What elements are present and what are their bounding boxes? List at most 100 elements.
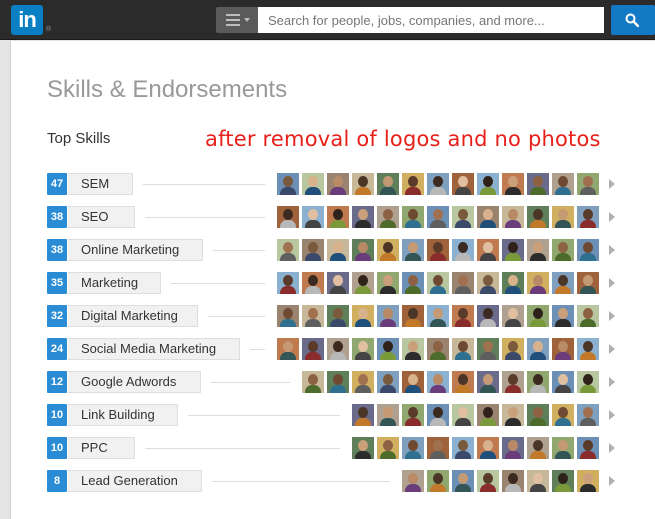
endorsement-count[interactable]: 38 [47, 206, 67, 228]
chevron-right-icon[interactable] [609, 278, 615, 288]
endorser-avatar[interactable] [552, 470, 574, 492]
skill-name[interactable]: Digital Marketing [68, 305, 198, 327]
endorser-avatar[interactable] [352, 206, 374, 228]
skill-row[interactable]: 24 Social Media Marketing [47, 338, 647, 360]
endorser-avatar[interactable] [302, 239, 324, 261]
endorser-avatar[interactable] [427, 239, 449, 261]
endorser-avatar[interactable] [527, 437, 549, 459]
endorser-avatar[interactable] [302, 206, 324, 228]
chevron-right-icon[interactable] [609, 443, 615, 453]
endorser-avatar[interactable] [502, 404, 524, 426]
endorser-avatar[interactable] [377, 272, 399, 294]
chevron-right-icon[interactable] [609, 311, 615, 321]
skill-row[interactable]: 47 SEM [47, 173, 647, 195]
endorser-avatar[interactable] [452, 470, 474, 492]
endorser-avatar[interactable] [277, 305, 299, 327]
endorser-avatar[interactable] [477, 206, 499, 228]
endorsement-count[interactable]: 24 [47, 338, 67, 360]
skill-name[interactable]: Social Media Marketing [68, 338, 240, 360]
endorser-avatar[interactable] [577, 272, 599, 294]
skill-name[interactable]: Lead Generation [68, 470, 202, 492]
chevron-right-icon[interactable] [609, 344, 615, 354]
endorser-avatar[interactable] [527, 206, 549, 228]
endorser-avatar[interactable] [402, 437, 424, 459]
endorser-avatar[interactable] [477, 338, 499, 360]
endorser-avatar[interactable] [427, 305, 449, 327]
endorser-avatar[interactable] [352, 338, 374, 360]
endorser-avatar[interactable] [577, 239, 599, 261]
endorser-avatar[interactable] [552, 371, 574, 393]
endorser-avatar[interactable] [402, 272, 424, 294]
endorser-avatar[interactable] [427, 404, 449, 426]
endorser-avatar[interactable] [302, 338, 324, 360]
chevron-right-icon[interactable] [609, 245, 615, 255]
endorsement-count[interactable]: 38 [47, 239, 67, 261]
endorser-avatar[interactable] [352, 371, 374, 393]
chevron-right-icon[interactable] [609, 212, 615, 222]
skill-row[interactable]: 10 Link Building [47, 404, 647, 426]
endorser-avatar[interactable] [477, 470, 499, 492]
endorser-avatar[interactable] [327, 338, 349, 360]
skill-row[interactable]: 35 Marketing [47, 272, 647, 294]
endorser-avatar[interactable] [552, 272, 574, 294]
endorsement-count[interactable]: 35 [47, 272, 67, 294]
endorser-avatar[interactable] [527, 173, 549, 195]
endorser-avatar[interactable] [352, 305, 374, 327]
endorser-avatar[interactable] [477, 437, 499, 459]
endorser-avatar[interactable] [327, 206, 349, 228]
endorser-avatar[interactable] [527, 272, 549, 294]
endorser-avatar[interactable] [377, 239, 399, 261]
endorser-avatar[interactable] [552, 404, 574, 426]
endorser-avatar[interactable] [452, 404, 474, 426]
endorser-avatar[interactable] [352, 173, 374, 195]
endorser-avatar[interactable] [327, 173, 349, 195]
endorser-avatar[interactable] [427, 371, 449, 393]
endorser-avatar[interactable] [277, 338, 299, 360]
skill-name[interactable]: SEM [68, 173, 133, 195]
endorser-avatar[interactable] [502, 239, 524, 261]
endorser-avatar[interactable] [377, 371, 399, 393]
endorser-avatar[interactable] [477, 371, 499, 393]
skill-name[interactable]: PPC [68, 437, 135, 459]
endorser-avatar[interactable] [402, 404, 424, 426]
endorser-avatar[interactable] [302, 371, 324, 393]
nav-menu-button[interactable] [216, 7, 258, 33]
endorser-avatar[interactable] [452, 437, 474, 459]
endorser-avatar[interactable] [552, 437, 574, 459]
endorsement-count[interactable]: 10 [47, 404, 67, 426]
endorsement-count[interactable]: 32 [47, 305, 67, 327]
endorser-avatar[interactable] [352, 437, 374, 459]
endorser-avatar[interactable] [402, 470, 424, 492]
endorser-avatar[interactable] [452, 206, 474, 228]
endorser-avatar[interactable] [577, 470, 599, 492]
endorser-avatar[interactable] [302, 305, 324, 327]
endorser-avatar[interactable] [452, 239, 474, 261]
endorser-avatar[interactable] [502, 206, 524, 228]
endorser-avatar[interactable] [327, 272, 349, 294]
endorser-avatar[interactable] [402, 239, 424, 261]
chevron-right-icon[interactable] [609, 410, 615, 420]
skill-row[interactable]: 8 Lead Generation [47, 470, 647, 492]
endorser-avatar[interactable] [577, 437, 599, 459]
endorser-avatar[interactable] [552, 338, 574, 360]
skill-row[interactable]: 38 Online Marketing [47, 239, 647, 261]
endorser-avatar[interactable] [377, 206, 399, 228]
endorser-avatar[interactable] [577, 371, 599, 393]
endorser-avatar[interactable] [577, 206, 599, 228]
skill-name[interactable]: Link Building [68, 404, 178, 426]
endorser-avatar[interactable] [377, 437, 399, 459]
endorser-avatar[interactable] [502, 173, 524, 195]
endorser-avatar[interactable] [502, 272, 524, 294]
skill-row[interactable]: 38 SEO [47, 206, 647, 228]
endorser-avatar[interactable] [527, 305, 549, 327]
linkedin-logo[interactable]: in [11, 5, 43, 35]
endorser-avatar[interactable] [527, 470, 549, 492]
endorsement-count[interactable]: 12 [47, 371, 67, 393]
endorser-avatar[interactable] [427, 338, 449, 360]
endorser-avatar[interactable] [377, 305, 399, 327]
endorser-avatar[interactable] [452, 338, 474, 360]
endorser-avatar[interactable] [577, 305, 599, 327]
chevron-right-icon[interactable] [609, 377, 615, 387]
endorser-avatar[interactable] [477, 272, 499, 294]
endorser-avatar[interactable] [502, 470, 524, 492]
